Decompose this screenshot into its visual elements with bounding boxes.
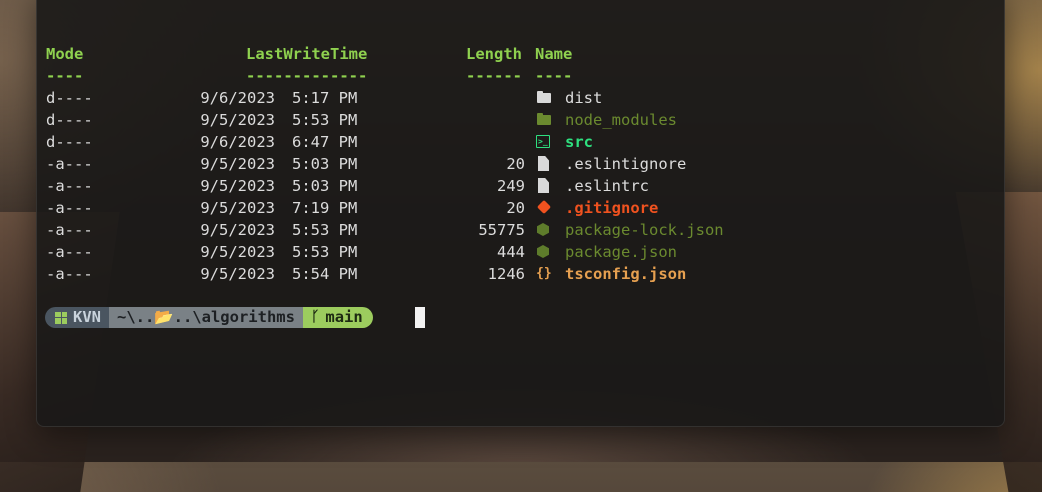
prompt-user: KVN	[73, 308, 101, 326]
shell-prompt: KVN ~\..📂..\algorithms ᚴ main	[45, 307, 373, 328]
folder-icon	[536, 90, 552, 106]
row-name: package.json	[565, 243, 677, 261]
header-lastwritetime: LastWriteTime	[246, 45, 368, 63]
header-length: Length	[466, 45, 522, 63]
file-icon	[536, 178, 552, 194]
prompt-user-segment: KVN	[45, 307, 109, 328]
prompt-branch: main	[325, 308, 363, 326]
row-date: 9/6/2023	[200, 89, 275, 107]
prompt-git-segment: ᚴ main	[302, 307, 373, 328]
header-mode: Mode	[46, 45, 84, 63]
git-icon	[536, 199, 552, 216]
prompt-path-segment: ~\..📂..\algorithms	[109, 307, 303, 328]
row-name: .gitignore	[565, 199, 659, 217]
folder-icon	[536, 112, 552, 128]
row-length: 20	[506, 155, 525, 173]
header-row: Mode LastWriteTime Length Name	[46, 43, 572, 65]
header-mode-underline: ----	[46, 67, 84, 85]
row-name: tsconfig.json	[565, 265, 687, 283]
row-name: .eslintignore	[565, 155, 687, 173]
row-time: 5:17 PM	[292, 89, 358, 107]
json-braces-icon: {}	[536, 266, 552, 281]
terminal-cursor[interactable]	[415, 307, 425, 328]
row-name: dist	[565, 89, 603, 107]
row-length: 1246	[487, 265, 525, 283]
header-time-underline: -------------	[246, 67, 368, 85]
node-icon	[536, 244, 552, 260]
row-date: 9/6/2023	[200, 133, 275, 151]
row-name: package-lock.json	[565, 221, 724, 239]
row-date: 9/5/2023	[200, 111, 275, 129]
row-length: 444	[497, 243, 525, 261]
file-icon	[536, 156, 552, 172]
node-icon	[536, 222, 552, 238]
row-name: node_modules	[565, 111, 677, 129]
row-length: 249	[497, 177, 525, 195]
header-name-underline: ----	[535, 67, 573, 85]
row-length: 55775	[478, 221, 525, 239]
row-time: 6:47 PM	[292, 133, 358, 151]
header-underline-row: ---- ------------- ------ ----	[46, 65, 572, 87]
header-name: Name	[535, 45, 573, 63]
prompt-path: ~\..📂..\algorithms	[117, 308, 295, 326]
git-branch-icon: ᚴ	[310, 309, 320, 325]
header-length-underline: ------	[466, 67, 522, 85]
windows-icon	[55, 311, 67, 324]
row-time: 5:53 PM	[292, 111, 358, 129]
row-length: 20	[506, 199, 525, 217]
row-name: .eslintrc	[565, 177, 649, 195]
row-name: src	[565, 133, 593, 151]
terminal-folder-icon	[536, 131, 552, 153]
